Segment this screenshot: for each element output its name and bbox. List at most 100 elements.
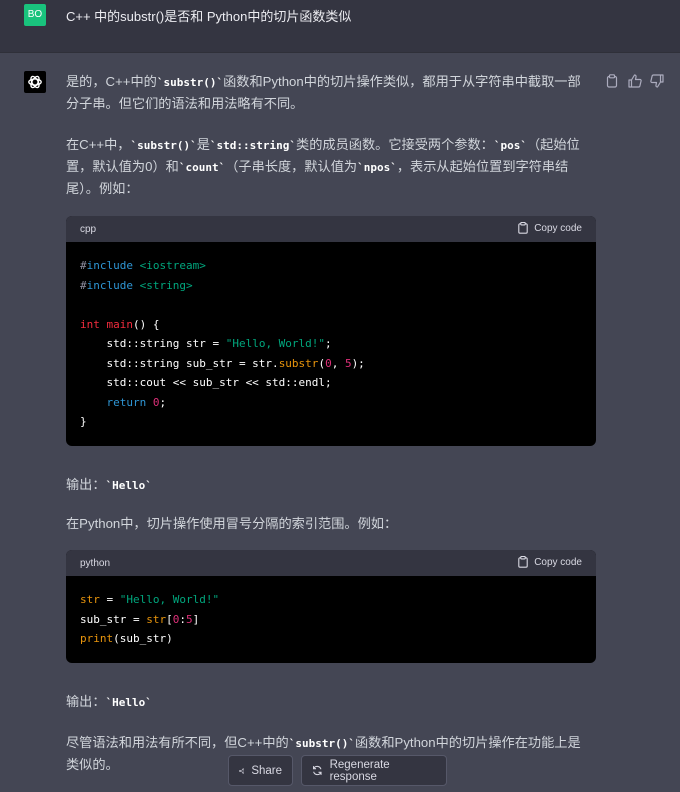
code-line: std::string str = "Hello, World!";	[80, 334, 582, 354]
code-line: sub_str = str[0:5]	[80, 610, 582, 630]
regenerate-response-button[interactable]: Regenerate response	[301, 755, 447, 786]
code-line: std::string sub_str = str.substr(0, 5);	[80, 354, 582, 374]
code-token: std::string str =	[80, 337, 226, 350]
inline-code: `std::string`	[209, 139, 297, 152]
code-token: return	[106, 395, 147, 409]
inline-code: `pos`	[493, 139, 527, 152]
openai-logo-icon	[28, 75, 42, 89]
share-label: Share	[251, 764, 282, 777]
code-block-python: python Copy code str = "Hello, World!" su…	[66, 550, 596, 663]
answer-paragraph-intro: 是的，C++中的`substr()`函数和Python中的切片操作类似，都用于从…	[66, 71, 592, 114]
regenerate-label: Regenerate response	[329, 758, 390, 783]
code-token: 5	[185, 612, 193, 626]
code-block-cpp: cpp Copy code #include <iostream> #includ…	[66, 216, 596, 446]
user-message-row: BO C++ 中的substr()是否和 Python中的切片函数类似	[0, 0, 680, 53]
answer-paragraph-python: 在Python中，切片操作使用冒号分隔的索引范围。例如：	[66, 513, 592, 534]
inline-code: `substr()`	[288, 737, 355, 750]
output-line-1: 输出：`Hello`	[66, 474, 592, 496]
text: 尽管语法和用法有所不同，但C++中的	[66, 735, 289, 750]
code-token: substr	[278, 356, 319, 370]
copy-code-label: Copy code	[534, 222, 582, 234]
code-token: "Hello, World!"	[225, 337, 326, 350]
code-token: print	[80, 632, 114, 645]
code-content: str = "Hello, World!" sub_str = str[0:5] p…	[66, 576, 596, 663]
code-token: [	[166, 612, 173, 626]
code-token: int	[80, 317, 100, 331]
code-token: <string>	[139, 278, 193, 292]
output-line-2: 输出：`Hello`	[66, 691, 592, 713]
code-token: sub_str =	[80, 612, 147, 626]
inline-code: `count`	[178, 161, 226, 174]
inline-code: `substr()`	[156, 76, 224, 89]
code-token: include	[86, 259, 133, 272]
code-line: std::cout << sub_str << std::endl;	[80, 373, 582, 393]
code-line: #include <string>	[80, 276, 582, 296]
inline-code: `npos`	[357, 161, 397, 174]
text: 是	[196, 137, 210, 152]
code-token: );	[351, 356, 365, 370]
code-token: :	[179, 612, 186, 626]
share-icon	[239, 767, 245, 774]
code-token: #	[80, 259, 87, 272]
user-question-text: C++ 中的substr()是否和 Python中的切片函数类似	[66, 9, 352, 24]
code-token: std::string sub_str = str.	[80, 356, 279, 370]
code-token: include	[86, 278, 133, 292]
text: 输出：	[66, 694, 106, 709]
copy-clipboard-icon[interactable]	[606, 73, 620, 88]
inline-code: `Hello`	[105, 479, 152, 492]
share-button[interactable]: Share	[228, 755, 293, 786]
code-token: std::cout << sub_str << std::endl;	[80, 376, 332, 389]
code-language-label: python	[80, 558, 111, 569]
code-token: ;	[325, 337, 332, 350]
code-line: #include <iostream>	[80, 256, 582, 276]
text: 在C++中，	[66, 137, 131, 152]
code-block-header: python Copy code	[66, 550, 596, 576]
copy-code-button[interactable]: Copy code	[518, 556, 582, 568]
text: 在Python中，切片操作使用冒号分隔的索引范围。例如：	[66, 516, 398, 531]
code-token: str	[80, 593, 100, 606]
code-content: #include <iostream> #include <string> int…	[66, 242, 596, 446]
refresh-icon	[313, 765, 322, 776]
code-token: #	[80, 278, 87, 292]
code-line: int main() {	[80, 315, 582, 335]
clipboard-icon	[518, 556, 528, 568]
thumbs-up-icon[interactable]	[628, 73, 642, 88]
copy-code-label: Copy code	[534, 556, 582, 568]
text: 是的，C++中的	[66, 74, 157, 89]
clipboard-icon	[518, 222, 528, 234]
code-token: 0	[325, 356, 332, 370]
code-token: main	[106, 317, 134, 331]
assistant-avatar-icon	[24, 71, 46, 93]
inline-code: `substr()`	[130, 139, 197, 152]
text: （子串长度，默认值为	[225, 159, 358, 174]
user-avatar: BO	[24, 4, 46, 26]
code-token: =	[99, 593, 120, 606]
code-token: }	[80, 415, 87, 428]
code-block-header: cpp Copy code	[66, 216, 596, 242]
code-line: str = "Hello, World!"	[80, 590, 582, 610]
code-token: ;	[159, 395, 167, 409]
code-token: ]	[192, 612, 200, 626]
text: 类的成员函数。它接受两个参数：	[296, 137, 494, 152]
code-token: str	[146, 612, 167, 626]
code-token: ,	[331, 356, 345, 370]
code-line: }	[80, 412, 582, 432]
code-token: "Hello, World!"	[119, 593, 220, 606]
code-line: print(sub_str)	[80, 629, 582, 649]
text: 输出：	[66, 477, 106, 492]
thumbs-down-icon[interactable]	[650, 73, 664, 88]
code-token: 0	[152, 395, 160, 409]
inline-code: `Hello`	[105, 696, 152, 709]
copy-code-button[interactable]: Copy code	[518, 222, 582, 234]
code-language-label: cpp	[80, 224, 97, 235]
code-token: <iostream>	[139, 259, 206, 272]
code-token: () {	[133, 317, 160, 331]
code-token: 5	[344, 356, 352, 370]
code-line: return 0;	[80, 393, 582, 413]
